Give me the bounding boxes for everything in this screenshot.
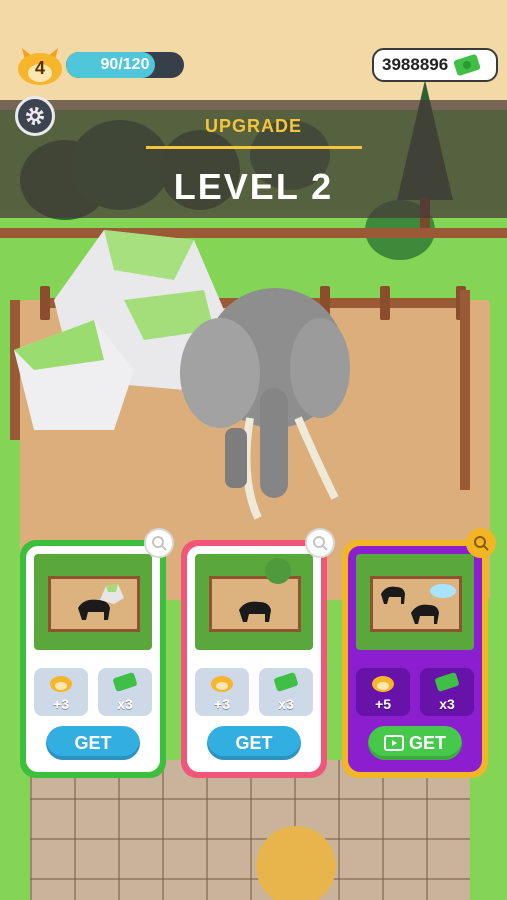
animal-card-1[interactable]: +3 x3 GET [20,528,174,778]
enclosure-preview [356,554,474,650]
cash-reward: x3 [420,668,474,716]
player-level-badge: 4 [16,44,64,86]
animal-card-2[interactable]: +3 x3 GET [181,528,335,778]
magnifier-icon [474,536,489,551]
animal-card-3[interactable]: +5 x3 GET [342,528,496,778]
currency-amount: 3988896 [382,55,449,74]
elephant [180,288,350,520]
xp-reward-value: +5 [375,696,391,712]
xp-reward-value: +3 [214,696,230,712]
get-button[interactable]: GET [207,726,301,760]
stone-path [30,760,470,900]
fence-post [380,286,390,320]
gear-icon [26,107,44,125]
xp-reward: +5 [356,668,410,716]
animal-silhouette-icon [411,604,439,624]
xp-reward-value: +3 [53,696,69,712]
enclosure-preview [34,554,152,650]
currency-display[interactable]: 3988896 [372,48,498,82]
cash-reward-value: x3 [117,696,133,712]
cash-icon [274,672,298,692]
xp-text: 90/120 [100,56,150,73]
xp-reward: +3 [34,668,88,716]
cat-face-icon [372,676,394,692]
video-icon [383,735,404,751]
rock-icon [100,584,124,604]
card-body: +3 x3 GET [187,546,321,772]
pond-icon [430,584,456,598]
cat-face-icon [211,676,233,692]
inspect-button[interactable] [466,528,496,558]
animal-silhouette-icon [381,586,405,604]
player-level: 4 [34,58,45,78]
inspect-button[interactable] [305,528,335,558]
upgrade-label: UPGRADE [204,116,302,136]
cash-icon [454,54,481,76]
get-button[interactable]: GET [46,726,140,760]
cash-icon [113,672,137,692]
get-video-button[interactable]: GET [368,726,462,760]
enclosure-preview [195,554,313,650]
cat-face-icon [50,676,72,692]
enclosure-fence-right [460,290,470,490]
player-hat [256,826,336,900]
cash-icon [435,672,459,692]
xp-reward: +3 [195,668,249,716]
xp-progress-bar: 90/120 [66,52,184,78]
cash-reward: x3 [98,668,152,716]
cash-reward-value: x3 [439,696,455,712]
animal-silhouette-icon [239,601,271,622]
cash-reward-value: x3 [278,696,294,712]
level-title: LEVEL 2 [173,166,334,207]
magnifier-icon [313,536,328,551]
card-body: +3 x3 GET [26,546,160,772]
inspect-button[interactable] [144,528,174,558]
card-body: +5 x3 GET [348,546,482,772]
upgrade-divider [146,146,362,149]
magnifier-icon [152,536,167,551]
cash-reward: x3 [259,668,313,716]
tree-icon [265,558,291,584]
settings-button[interactable] [15,96,55,136]
get-button-label: GET [408,733,446,753]
